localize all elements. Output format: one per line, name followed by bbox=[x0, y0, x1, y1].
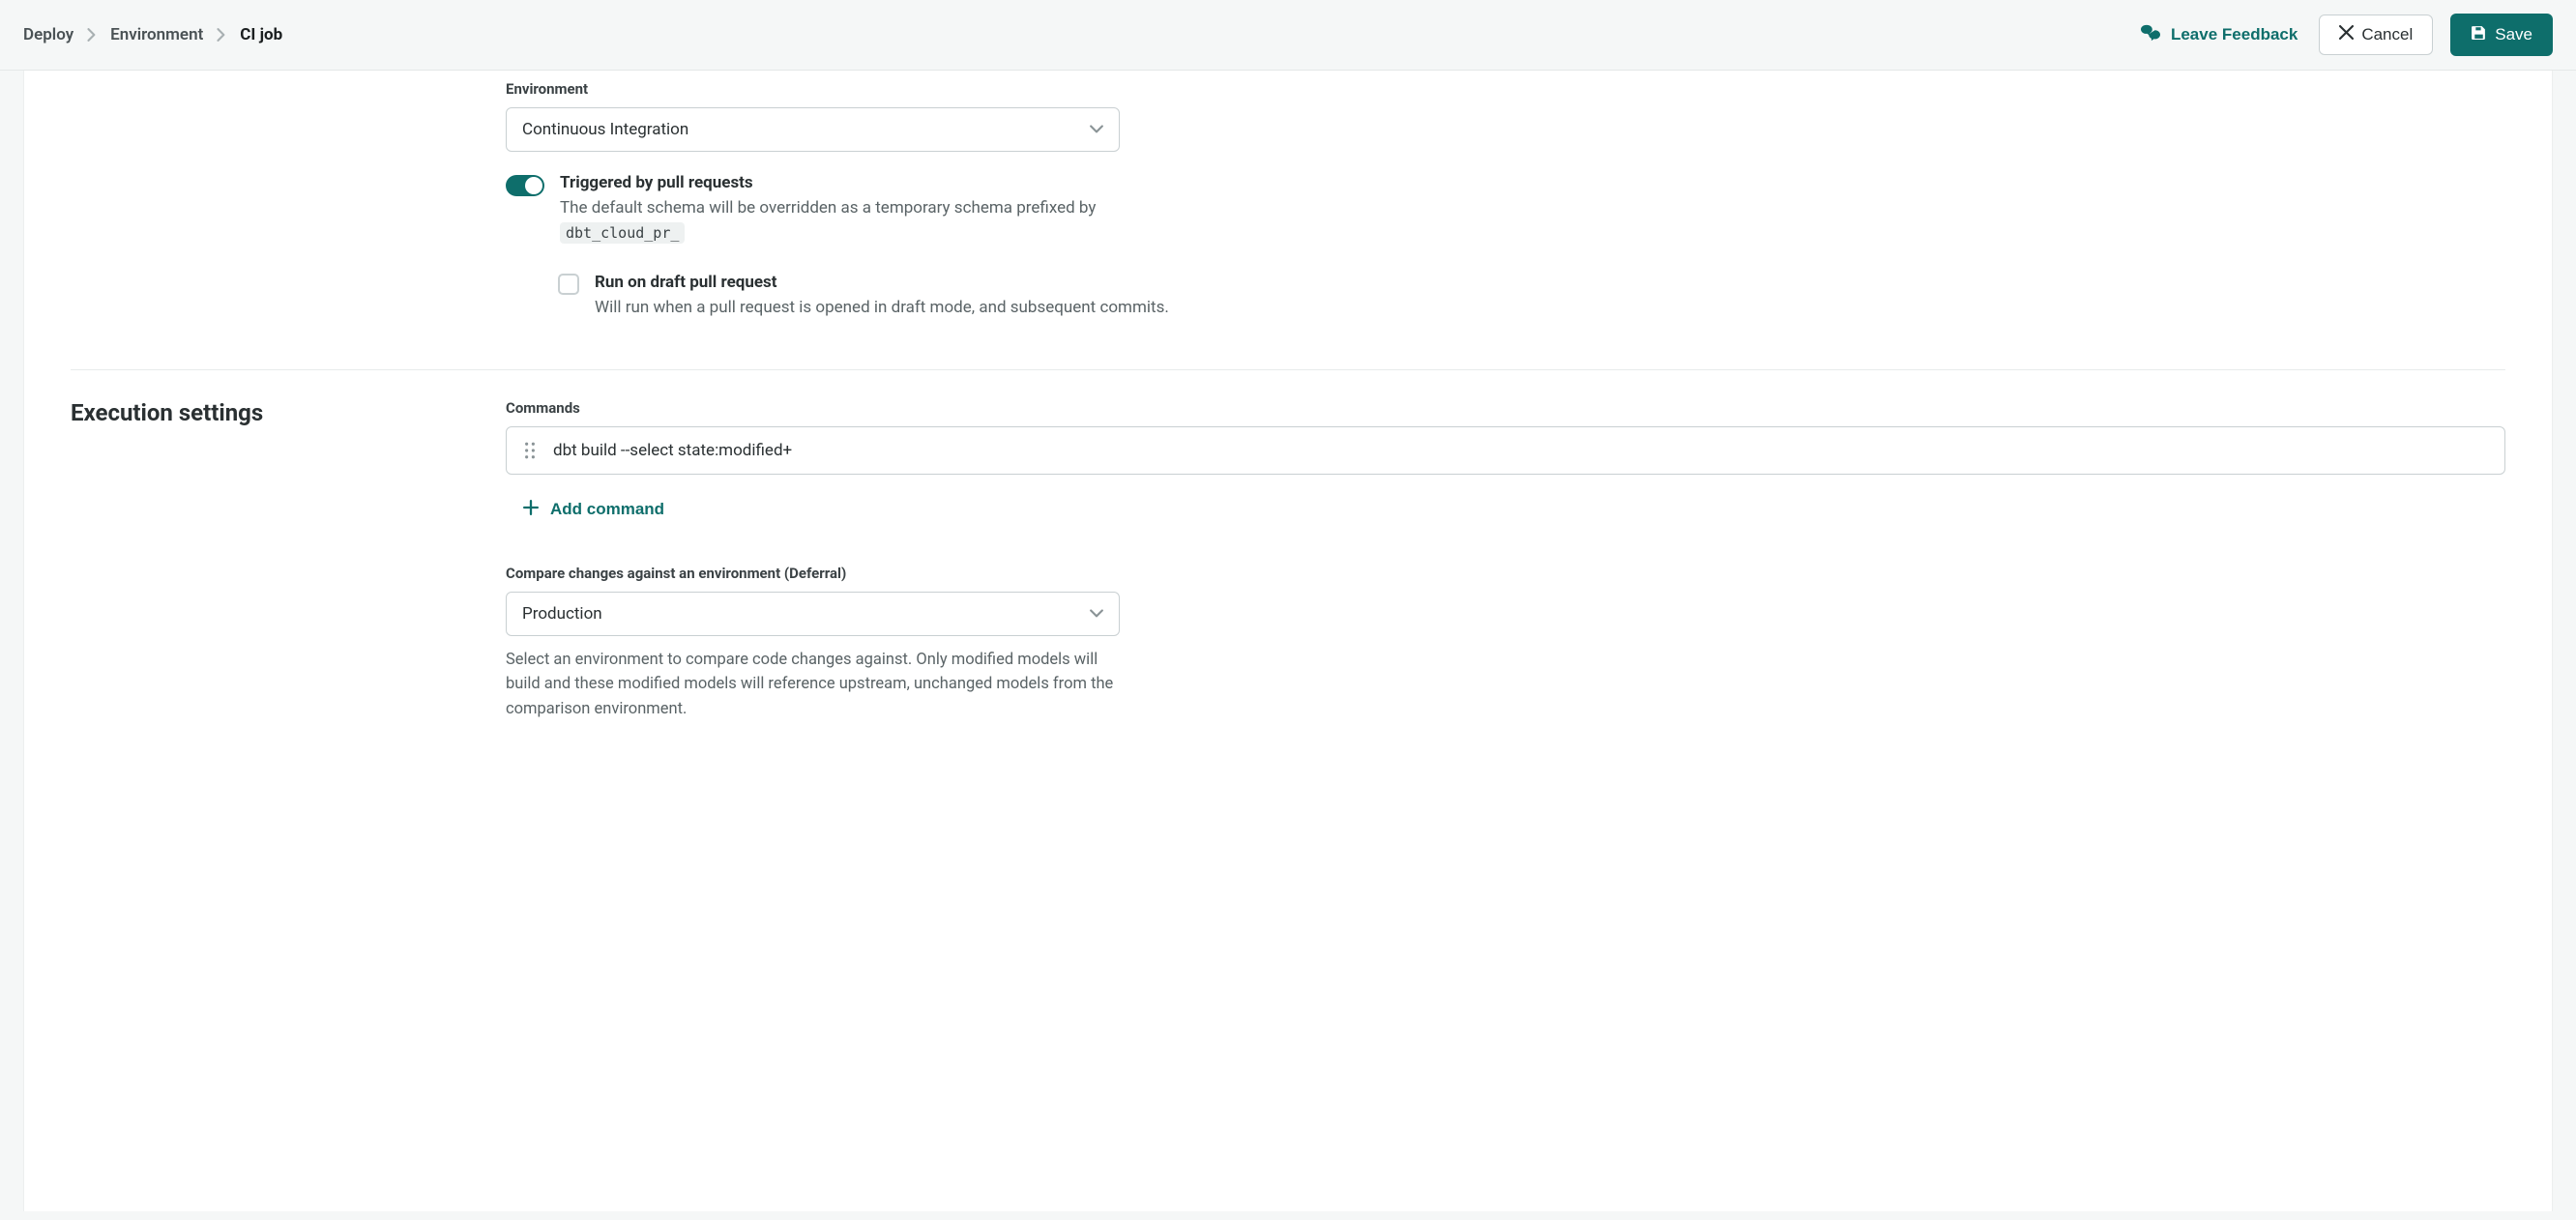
feedback-label: Leave Feedback bbox=[2171, 25, 2298, 44]
execution-settings-title: Execution settings bbox=[71, 399, 506, 426]
breadcrumb-deploy[interactable]: Deploy bbox=[23, 25, 73, 44]
deferral-label: Compare changes against an environment (… bbox=[506, 565, 2505, 582]
environment-select-value: Continuous Integration bbox=[522, 120, 688, 139]
chevron-right-icon bbox=[217, 28, 226, 42]
chevron-down-icon bbox=[1090, 604, 1103, 624]
drag-handle-icon[interactable] bbox=[524, 442, 536, 459]
schema-prefix-code: dbt_cloud_pr_ bbox=[560, 222, 685, 244]
save-button[interactable]: Save bbox=[2450, 14, 2553, 56]
breadcrumb: Deploy Environment CI job bbox=[23, 25, 282, 44]
deferral-help-text: Select an environment to compare code ch… bbox=[506, 648, 1125, 722]
environment-label: Environment bbox=[506, 80, 2505, 98]
command-input[interactable]: dbt build --select state:modified+ bbox=[506, 426, 2505, 475]
page-header: Deploy Environment CI job Leave Feedback… bbox=[0, 0, 2576, 71]
deferral-select[interactable]: Production bbox=[506, 592, 1120, 636]
close-icon bbox=[2339, 25, 2354, 44]
run-on-draft-checkbox[interactable] bbox=[558, 274, 579, 295]
save-label: Save bbox=[2495, 25, 2532, 44]
breadcrumb-current: CI job bbox=[240, 25, 282, 44]
cancel-button[interactable]: Cancel bbox=[2319, 15, 2433, 55]
commands-label: Commands bbox=[506, 399, 2505, 417]
cancel-label: Cancel bbox=[2361, 25, 2413, 44]
triggered-by-pr-title: Triggered by pull requests bbox=[560, 173, 753, 192]
chevron-right-icon bbox=[87, 28, 97, 42]
main-content: Environment Continuous Integration Trigg… bbox=[23, 71, 2553, 1211]
command-text: dbt build --select state:modified+ bbox=[553, 441, 792, 460]
save-icon bbox=[2471, 24, 2487, 45]
breadcrumb-environment[interactable]: Environment bbox=[110, 25, 203, 44]
run-on-draft-title: Run on draft pull request bbox=[595, 273, 777, 292]
comments-icon bbox=[2140, 23, 2161, 47]
plus-icon bbox=[523, 500, 539, 520]
header-actions: Leave Feedback Cancel Save bbox=[2136, 14, 2553, 56]
triggered-by-pr-toggle[interactable] bbox=[506, 175, 544, 196]
triggered-by-pr-desc: The default schema will be overridden as… bbox=[560, 196, 1101, 246]
run-on-draft-desc: Will run when a pull request is opened i… bbox=[595, 296, 1169, 321]
leave-feedback-button[interactable]: Leave Feedback bbox=[2136, 15, 2301, 55]
add-command-label: Add command bbox=[550, 500, 664, 519]
add-command-button[interactable]: Add command bbox=[523, 492, 664, 528]
deferral-select-value: Production bbox=[522, 604, 602, 624]
environment-select[interactable]: Continuous Integration bbox=[506, 107, 1120, 152]
chevron-down-icon bbox=[1090, 120, 1103, 139]
